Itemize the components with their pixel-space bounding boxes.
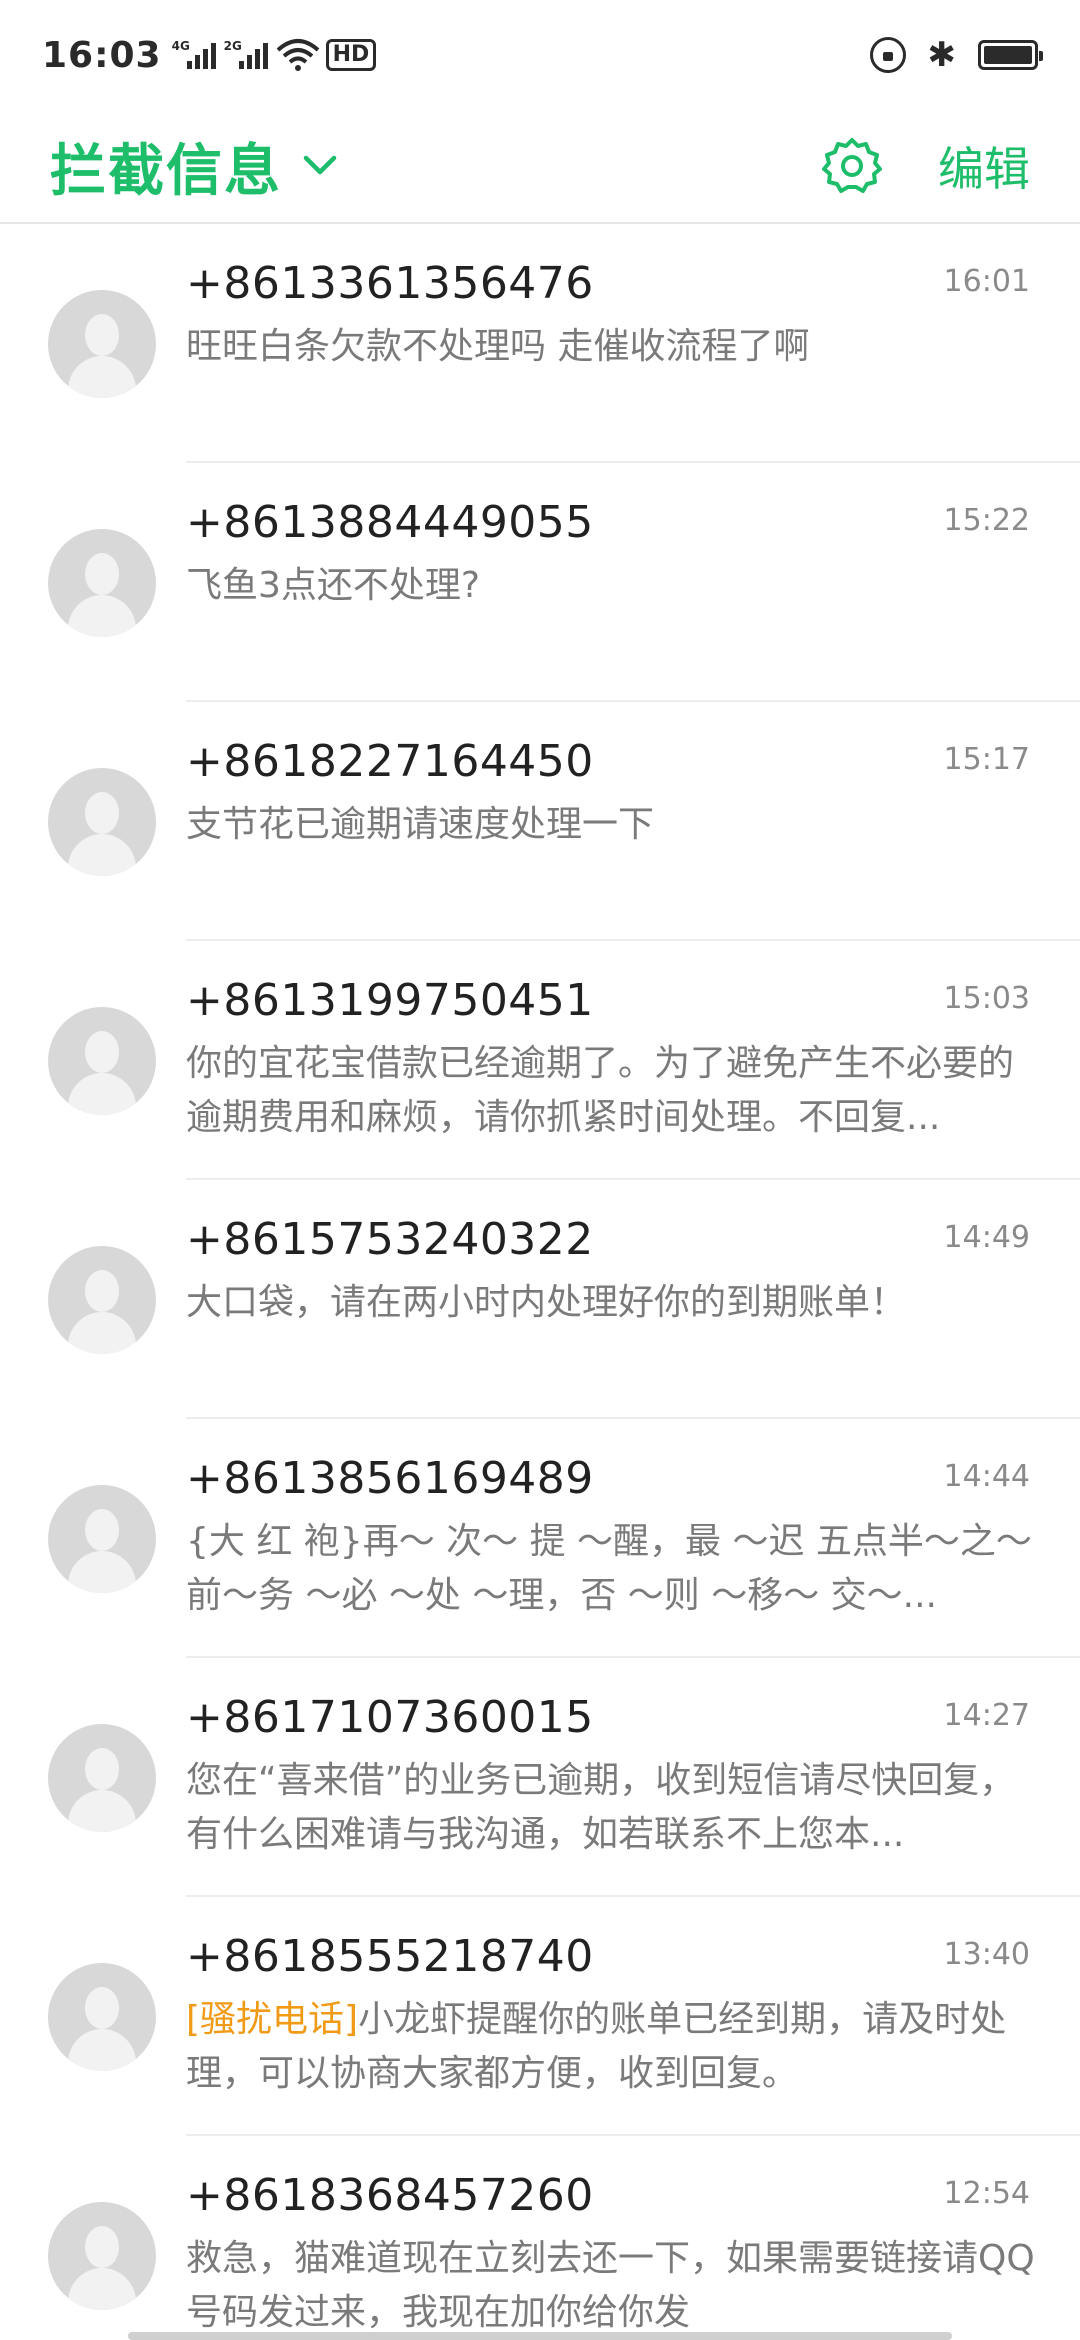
list-item[interactable]: +8618368457260 12:54 救急，猫难道现在立刻去还一下，如果需要… (0, 2136, 1080, 2340)
sender-number: +8618227164450 (186, 736, 594, 787)
message-time: 16:01 (943, 264, 1030, 299)
message-preview: [骚扰电话]小龙虾提醒你的账单已经到期，请及时处理，可以协商大家都方便，收到回复… (186, 1993, 1036, 2101)
sender-number: +8613199750451 (186, 975, 594, 1026)
preview-text: {大 红 袍}再～ 次～ 提 ～醒，最 ～迟 五点半～之～前～务 ～必 ～处 ～… (186, 1521, 1032, 1616)
message-preview: {大 红 袍}再～ 次～ 提 ～醒，最 ～迟 五点半～之～前～务 ～必 ～处 ～… (186, 1515, 1036, 1623)
signal-sim1-icon: 4G (172, 37, 218, 73)
preview-text: 您在“喜来借”的业务已逾期，收到短信请尽快回复，有什么困难请与我沟通，如若联系不… (186, 1760, 1016, 1855)
message-time: 14:49 (943, 1220, 1030, 1255)
avatar (48, 1007, 156, 1115)
preview-text: 飞鱼3点还不处理? (186, 565, 481, 606)
home-indicator[interactable] (128, 2332, 952, 2340)
list-item[interactable]: +8613199750451 15:03 你的宜花宝借款已经逾期了。为了避免产生… (0, 941, 1080, 1180)
message-time: 15:17 (943, 742, 1030, 777)
message-time: 12:54 (943, 2176, 1030, 2211)
preview-text: 支节花已逾期请速度处理一下 (186, 804, 655, 845)
avatar (48, 1724, 156, 1832)
list-item[interactable]: +8617107360015 14:27 您在“喜来借”的业务已逾期，收到短信请… (0, 1658, 1080, 1897)
page-title[interactable]: 拦截信息 (50, 126, 282, 207)
avatar (48, 768, 156, 876)
list-item[interactable]: +8613361356476 16:01 旺旺白条欠款不处理吗 走催收流程了啊 (0, 224, 1080, 463)
message-time: 15:03 (943, 981, 1030, 1016)
avatar (48, 1485, 156, 1593)
message-preview: 支节花已逾期请速度处理一下 (186, 798, 1036, 852)
preview-text: 你的宜花宝借款已经逾期了。为了避免产生不必要的逾期费用和麻烦，请你抓紧时间处理。… (186, 1043, 1015, 1138)
message-time: 14:44 (943, 1459, 1030, 1494)
chevron-down-icon[interactable] (300, 146, 340, 186)
status-left-icons: 4G 2G HD (172, 37, 377, 73)
rotation-lock-icon (869, 37, 906, 73)
screen: 16:03 4G 2G HD ✱ 拦截信息 编辑 +8613361356476 … (0, 0, 1080, 2340)
message-list: +8613361356476 16:01 旺旺白条欠款不处理吗 走催收流程了啊 … (0, 224, 1080, 2340)
message-time: 13:40 (943, 1937, 1030, 1972)
status-bar: 16:03 4G 2G HD ✱ (0, 0, 1080, 110)
list-item[interactable]: +8618227164450 15:17 支节花已逾期请速度处理一下 (0, 702, 1080, 941)
list-item[interactable]: +8613884449055 15:22 飞鱼3点还不处理? (0, 463, 1080, 702)
message-preview: 你的宜花宝借款已经逾期了。为了避免产生不必要的逾期费用和麻烦，请你抓紧时间处理。… (186, 1037, 1036, 1145)
spam-tag: [骚扰电话] (186, 1999, 359, 2040)
message-preview: 旺旺白条欠款不处理吗 走催收流程了啊 (186, 320, 1036, 374)
avatar (48, 2202, 156, 2310)
hd-voice-icon: HD (325, 39, 377, 71)
battery-icon (978, 40, 1043, 70)
avatar (48, 290, 156, 398)
header-actions: 编辑 (822, 133, 1030, 199)
message-preview: 大口袋，请在两小时内处理好你的到期账单！ (186, 1276, 1036, 1330)
message-time: 14:27 (943, 1698, 1030, 1733)
gear-icon[interactable] (822, 136, 882, 196)
message-preview: 救急，猫难道现在立刻去还一下，如果需要链接请QQ号码发过来，我现在加你给你发 (186, 2232, 1036, 2340)
message-time: 15:22 (943, 503, 1030, 538)
preview-text: 旺旺白条欠款不处理吗 走催收流程了啊 (186, 326, 810, 367)
preview-text: 救急，猫难道现在立刻去还一下，如果需要链接请QQ号码发过来，我现在加你给你发 (186, 2238, 1035, 2333)
sender-number: +8613856169489 (186, 1453, 594, 1504)
avatar (48, 529, 156, 637)
status-time: 16:03 (42, 34, 162, 76)
sender-number: +8618555218740 (186, 1931, 594, 1982)
signal-sim2-icon: 2G (224, 37, 270, 73)
app-header: 拦截信息 编辑 (0, 110, 1080, 224)
message-preview: 飞鱼3点还不处理? (186, 559, 1036, 613)
avatar (48, 1963, 156, 2071)
sender-number: +8613361356476 (186, 258, 594, 309)
status-right-icons: ✱ (869, 35, 1043, 75)
list-item[interactable]: +8613856169489 14:44 {大 红 袍}再～ 次～ 提 ～醒，最… (0, 1419, 1080, 1658)
sender-number: +8613884449055 (186, 497, 594, 548)
list-item[interactable]: +8618555218740 13:40 [骚扰电话]小龙虾提醒你的账单已经到期… (0, 1897, 1080, 2136)
bluetooth-icon: ✱ (927, 35, 957, 75)
sender-number: +8618368457260 (186, 2170, 594, 2221)
sender-number: +8617107360015 (186, 1692, 594, 1743)
preview-text: 大口袋，请在两小时内处理好你的到期账单！ (186, 1282, 907, 1323)
sender-number: +8615753240322 (186, 1214, 594, 1265)
list-item[interactable]: +8615753240322 14:49 大口袋，请在两小时内处理好你的到期账单… (0, 1180, 1080, 1419)
edit-button[interactable]: 编辑 (938, 133, 1030, 199)
message-preview: 您在“喜来借”的业务已逾期，收到短信请尽快回复，有什么困难请与我沟通，如若联系不… (186, 1754, 1036, 1862)
avatar (48, 1246, 156, 1354)
wifi-icon (276, 39, 319, 71)
